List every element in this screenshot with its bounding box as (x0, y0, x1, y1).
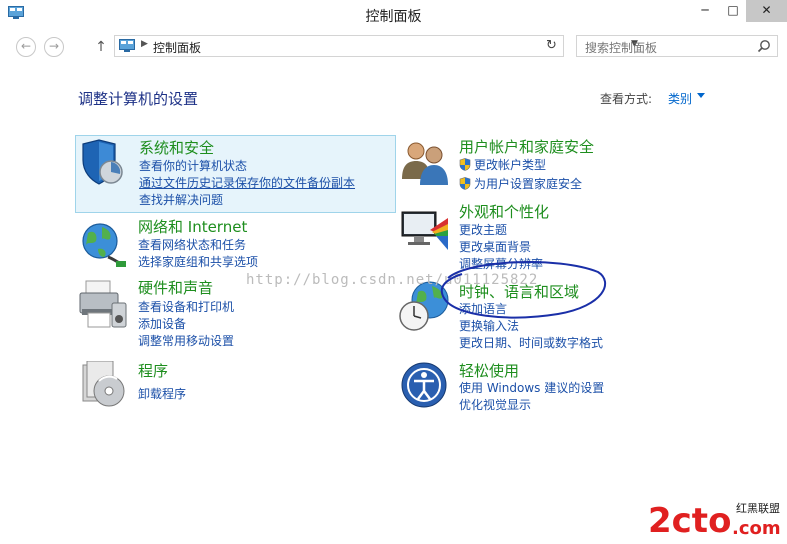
uac-shield-icon (459, 177, 471, 190)
back-button[interactable]: ← (16, 37, 36, 57)
category-link[interactable]: 查看你的计算机状态 (139, 157, 247, 174)
arrow-up-icon: ↑ (95, 39, 107, 55)
search-icon[interactable] (757, 39, 771, 53)
minimize-button[interactable]: ─ (692, 0, 718, 22)
category-title[interactable]: 系统和安全 (139, 137, 214, 158)
category-link[interactable]: 更改桌面背景 (459, 238, 531, 255)
monitor-palette-icon (401, 211, 448, 250)
category-link[interactable]: 优化视觉显示 (459, 396, 531, 413)
category-system-security[interactable]: 系统和安全 查看你的计算机状态 通过文件历史记录保存你的文件备份副本 查找并解决… (75, 135, 396, 213)
category-link[interactable]: 查找并解决问题 (139, 191, 223, 208)
svg-text:2cto: 2cto (648, 501, 731, 541)
maximize-button[interactable]: □ (720, 0, 746, 22)
search-input[interactable]: 搜索控制面板 (576, 35, 778, 57)
category-link[interactable]: 调整常用移动设置 (138, 332, 234, 349)
category-user-accounts[interactable]: 用户帐户和家庭安全 更改帐户类型 为用户设置家庭安全 (396, 135, 716, 193)
category-title[interactable]: 硬件和声音 (138, 277, 213, 298)
svg-text:.com: .com (732, 518, 781, 539)
forward-button[interactable]: → (44, 37, 64, 57)
breadcrumb[interactable]: 控制面板 (153, 39, 201, 56)
view-by-label: 查看方式: (600, 92, 653, 106)
category-link[interactable]: 更改日期、时间或数字格式 (459, 334, 603, 351)
page-title: 调整计算机的设置 (78, 90, 199, 108)
category-network-internet[interactable]: 网络和 Internet 查看网络状态和任务 选择家庭组和共享选项 (75, 215, 395, 273)
category-link[interactable]: 更改帐户类型 (459, 156, 546, 173)
arrow-right-icon: → (48, 39, 60, 53)
network-globe-icon (82, 223, 126, 267)
annotation-ellipse (440, 261, 607, 319)
printer-icon (79, 280, 127, 328)
category-link[interactable]: 更改主题 (459, 221, 507, 238)
category-link[interactable]: 查看设备和打印机 (138, 298, 234, 315)
chevron-down-icon[interactable] (697, 93, 705, 98)
category-programs[interactable]: 程序 卸载程序 (75, 359, 395, 409)
category-title[interactable]: 轻松使用 (459, 360, 519, 381)
chevron-right-icon[interactable]: ▶ (141, 39, 148, 49)
category-link[interactable]: 通过文件历史记录保存你的文件备份副本 (139, 174, 355, 191)
category-ease-of-access[interactable]: 轻松使用 使用 Windows 建议的设置 优化视觉显示 (396, 359, 716, 415)
close-button[interactable]: ✕ (746, 0, 787, 22)
view-by-dropdown[interactable]: 类别 (668, 90, 692, 107)
search-placeholder: 搜索控制面板 (585, 41, 658, 55)
title-bar: 控制面板 ─ □ ✕ (0, 0, 787, 30)
address-bar[interactable]: ▶ 控制面板 ▼ (114, 35, 638, 57)
category-link-label[interactable]: 为用户设置家庭安全 (474, 177, 582, 191)
category-link[interactable]: 为用户设置家庭安全 (459, 175, 582, 192)
category-link[interactable]: 卸载程序 (138, 385, 186, 402)
refresh-button[interactable]: ↻ (540, 35, 564, 57)
users-icon (402, 142, 448, 185)
category-link-label[interactable]: 更改帐户类型 (474, 158, 546, 172)
svg-text:红黑联盟: 红黑联盟 (736, 502, 780, 515)
refresh-icon: ↻ (546, 38, 557, 53)
category-link[interactable]: 使用 Windows 建议的设置 (459, 379, 604, 396)
site-logo: 2cto 红黑联盟 .com (648, 501, 781, 541)
arrow-left-icon: ← (20, 39, 32, 53)
category-link[interactable]: 添加设备 (138, 315, 186, 332)
navigation-bar: ← → ↑ ▶ 控制面板 ▼ ↻ 搜索控制面板 (0, 35, 787, 59)
category-title[interactable]: 网络和 Internet (138, 216, 247, 237)
programs-disc-icon (82, 361, 125, 407)
category-title[interactable]: 程序 (138, 360, 168, 381)
uac-shield-icon (459, 158, 471, 171)
category-title[interactable]: 外观和个性化 (459, 201, 549, 222)
category-link[interactable]: 选择家庭组和共享选项 (138, 253, 258, 270)
category-title[interactable]: 用户帐户和家庭安全 (459, 136, 594, 157)
control-panel-icon (119, 39, 135, 52)
ease-of-access-icon (401, 362, 447, 408)
category-link[interactable]: 查看网络状态和任务 (138, 236, 246, 253)
shield-icon (82, 139, 123, 185)
up-button[interactable]: ↑ (92, 37, 110, 57)
window-title: 控制面板 (365, 9, 422, 25)
